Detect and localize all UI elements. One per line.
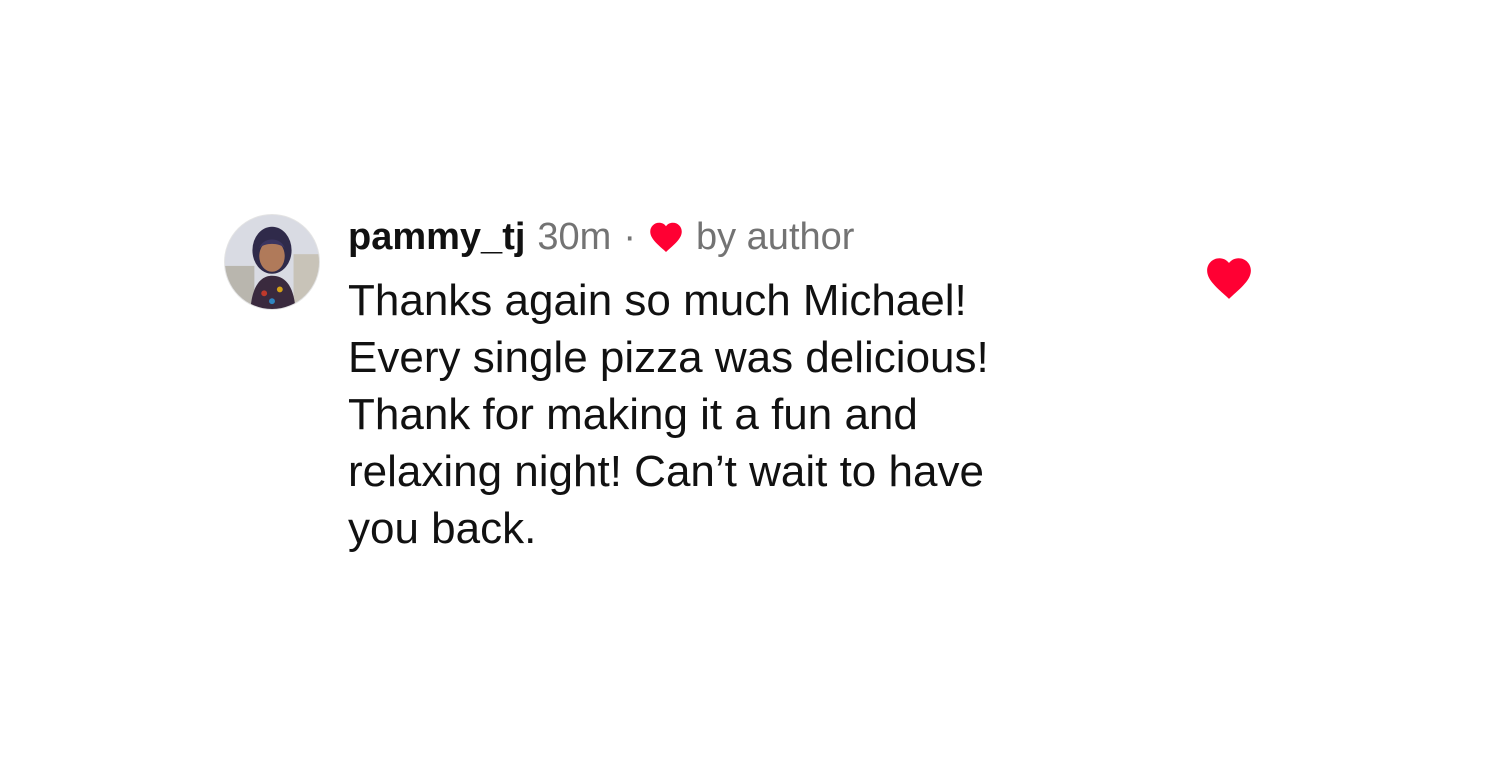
heart-icon <box>1207 258 1251 299</box>
like-button[interactable] <box>1204 256 1254 300</box>
comment: pammy_tj 30m · by author Thanks again so… <box>224 212 1284 572</box>
comment-text: Thanks again so much Michael! Every sing… <box>348 276 989 553</box>
comment-time: 30m <box>537 216 612 258</box>
comment-header: pammy_tj 30m · by author <box>348 214 854 260</box>
avatar[interactable] <box>224 214 320 310</box>
avatar-image <box>225 215 319 309</box>
separator-dot: · <box>623 216 636 258</box>
username[interactable]: pammy_tj <box>348 214 525 260</box>
liked-by-author-label: by author <box>695 216 855 258</box>
heart-icon <box>648 221 684 253</box>
